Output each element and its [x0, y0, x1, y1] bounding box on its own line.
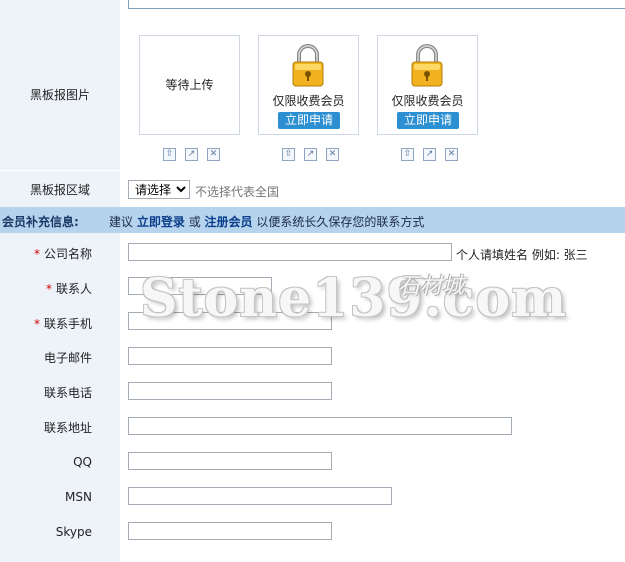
address-label: 联系地址 [43, 421, 92, 435]
msn-label: MSN [65, 490, 92, 504]
slot-2-tools: ⇧ ↗ ✕ [282, 148, 348, 162]
slot-status: 等待上传 [165, 78, 214, 92]
email-input[interactable] [128, 347, 332, 365]
open-icon[interactable]: ↗ [423, 148, 436, 161]
move-up-icon[interactable]: ⇧ [401, 148, 414, 161]
skype-label: Skype [55, 525, 92, 539]
suggest-text: 建议 [109, 215, 134, 229]
register-link[interactable]: 注册会员 [205, 215, 253, 229]
tail-text: 以便系统长久保存您的联系方式 [256, 215, 425, 229]
lock-icon [411, 44, 443, 87]
region-select[interactable]: 请选择 [128, 180, 190, 199]
login-link[interactable]: 立即登录 [137, 215, 185, 229]
lock-icon [292, 44, 324, 87]
image-slot-1[interactable]: 等待上传 [139, 35, 240, 135]
required-mark: * [45, 282, 52, 296]
member-info-banner: 会员补充信息: 建议 立即登录 或 注册会员 以便系统长久保存您的联系方式 [0, 207, 625, 233]
remove-icon[interactable]: ✕ [207, 148, 220, 161]
qq-label: QQ [73, 455, 92, 469]
image-section-label: 黑板报图片 [29, 88, 90, 102]
remove-icon[interactable]: ✕ [326, 148, 339, 161]
phone-input[interactable] [128, 382, 332, 400]
msn-input[interactable] [128, 487, 392, 505]
image-slot-2: 仅限收费会员 立即申请 [258, 35, 359, 135]
remove-icon[interactable]: ✕ [445, 148, 458, 161]
email-label: 电子邮件 [43, 351, 92, 365]
company-label: * 公司名称 [33, 247, 92, 261]
region-hint: 不选择代表全国 [195, 185, 280, 199]
company-input[interactable] [128, 243, 452, 261]
region-label: 黑板报区域 [29, 183, 90, 197]
open-icon[interactable]: ↗ [185, 148, 198, 161]
contact-label: * 联系人 [45, 282, 92, 296]
move-up-icon[interactable]: ⇧ [282, 148, 295, 161]
row-divider [0, 170, 625, 171]
skype-input[interactable] [128, 522, 332, 540]
watermark-tag: 石材城 [398, 274, 465, 299]
banner-title: 会员补充信息: [2, 215, 79, 229]
move-up-icon[interactable]: ⇧ [163, 148, 176, 161]
company-note: 个人请填姓名 例如: 张三 [456, 248, 588, 262]
apply-button[interactable]: 立即申请 [278, 112, 340, 129]
slot-1-tools: ⇧ ↗ ✕ [163, 148, 229, 162]
slot-status: 仅限收费会员 [272, 94, 345, 108]
image-slot-3: 仅限收费会员 立即申请 [377, 35, 478, 135]
required-mark: * [33, 247, 40, 261]
apply-button[interactable]: 立即申请 [397, 112, 459, 129]
previous-textarea-edge[interactable] [128, 0, 625, 9]
mobile-label: * 联系手机 [33, 317, 92, 331]
open-icon[interactable]: ↗ [304, 148, 317, 161]
or-text: 或 [188, 215, 201, 229]
phone-label: 联系电话 [43, 386, 92, 400]
contact-input[interactable] [128, 277, 272, 295]
form-page: 黑板报图片 等待上传 仅限收费会员 立即申请 仅限收费会员 立即申请 ⇧ ↗ ✕ [0, 0, 625, 562]
banner-message: 建议 立即登录 或 注册会员 以便系统长久保存您的联系方式 [109, 213, 424, 230]
slot-status: 仅限收费会员 [391, 94, 464, 108]
mobile-input[interactable] [128, 312, 332, 330]
required-mark: * [33, 317, 40, 331]
slot-3-tools: ⇧ ↗ ✕ [401, 148, 467, 162]
address-input[interactable] [128, 417, 512, 435]
qq-input[interactable] [128, 452, 332, 470]
